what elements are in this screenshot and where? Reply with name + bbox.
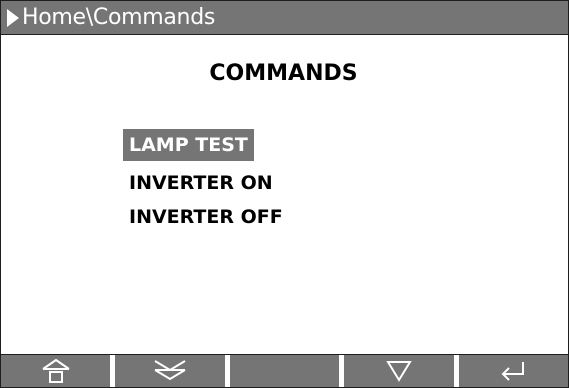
page-down-icon [154,360,186,381]
command-menu: LAMP TEST INVERTER ON INVERTER OFF [123,129,289,235]
breadcrumb-arrow-icon [7,8,19,27]
enter-icon [501,362,525,381]
menu-item-inverter-on[interactable]: INVERTER ON [123,167,279,199]
hmi-screen: Home\Commands COMMANDS LAMP TEST INVERTE… [0,0,569,388]
softkey-blank[interactable] [230,355,345,387]
softkey-page-down[interactable] [115,355,230,387]
home-icon [42,358,70,383]
softkey-down[interactable] [344,355,459,387]
page-title: COMMANDS [209,61,358,86]
title-bar: Home\Commands [1,1,568,35]
down-arrow-icon [386,361,412,382]
softkey-enter[interactable] [459,355,568,387]
softkey-bar [1,354,568,387]
menu-item-lamp-test[interactable]: LAMP TEST [123,129,254,161]
breadcrumb: Home\Commands [22,5,216,30]
softkey-home[interactable] [1,355,116,387]
menu-item-inverter-off[interactable]: INVERTER OFF [123,201,289,233]
